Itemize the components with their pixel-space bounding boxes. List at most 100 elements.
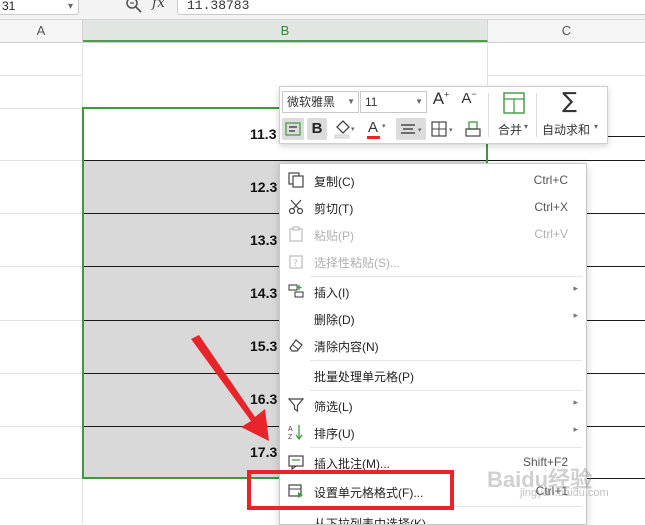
- font-name-select[interactable]: 微软雅黑 ▼: [282, 91, 359, 113]
- wrap-text-icon: [285, 122, 301, 136]
- chevron-down-icon: ▼: [415, 97, 423, 106]
- menu-item-paste[interactable]: 粘贴(P) Ctrl+V: [280, 221, 586, 248]
- svg-text:Z: Z: [288, 434, 293, 440]
- fx-icon[interactable]: fx: [152, 0, 165, 11]
- menu-item-shortcut: Ctrl+V: [534, 227, 568, 241]
- grid-line: [0, 373, 82, 374]
- submenu-arrow-icon: ▸: [573, 425, 578, 435]
- grid-line: [0, 478, 82, 479]
- watermark-url: jingyan.baidu.com: [520, 487, 609, 499]
- menu-item-paste-special[interactable]: ? 选择性粘贴(S)...: [280, 248, 586, 275]
- shrink-font-icon: A: [461, 90, 472, 107]
- chevron-down-icon: ▾: [594, 122, 599, 131]
- paste-icon: [289, 226, 303, 242]
- chevron-down-icon: ▾: [524, 122, 529, 131]
- menu-item-insert[interactable]: 插入(I) ▸: [280, 278, 586, 305]
- sigma-icon: ∑: [562, 89, 577, 114]
- column-header-c[interactable]: C: [488, 20, 645, 42]
- grid-line: [0, 75, 82, 76]
- menu-item-filter[interactable]: 筛选(L) ▸: [280, 392, 586, 419]
- grid-line: [0, 108, 82, 109]
- grid-line: [0, 213, 82, 214]
- font-color-button[interactable]: A ▾: [364, 118, 390, 140]
- submenu-arrow-icon: ▸: [573, 284, 578, 294]
- fill-color-button[interactable]: ▾: [332, 118, 358, 140]
- format-painter-button[interactable]: [462, 118, 484, 140]
- menu-item-label: 从下拉列表中选择(K)...: [314, 517, 436, 525]
- svg-text:A: A: [288, 426, 293, 433]
- font-size-value: 11: [365, 95, 378, 109]
- scissors-icon: [288, 199, 304, 215]
- wrap-text-button[interactable]: [282, 118, 304, 140]
- borders-icon: ▾: [431, 121, 453, 137]
- grid-line: [487, 75, 645, 76]
- menu-item-label: 删除(D): [314, 313, 355, 327]
- paste-special-icon: ?: [289, 255, 303, 269]
- copy-icon: [288, 172, 304, 188]
- toolbar-divider: [488, 93, 489, 137]
- grid-line: [0, 266, 82, 267]
- comment-icon: [288, 455, 304, 470]
- menu-item-clear-contents[interactable]: 清除内容(N): [280, 332, 586, 359]
- svg-text:▾: ▾: [351, 125, 355, 133]
- menu-item-label: 选择性粘贴(S)...: [314, 256, 400, 270]
- grow-font-icon: A: [432, 89, 445, 108]
- font-color-swatch: [367, 136, 380, 139]
- svg-text:▾: ▾: [449, 126, 453, 134]
- menu-item-cut[interactable]: 剪切(T) Ctrl+X: [280, 194, 586, 221]
- highlight-box: [247, 470, 454, 510]
- menu-separator: [310, 447, 582, 448]
- grid-line: [0, 320, 82, 321]
- menu-item-label: 粘贴(P): [314, 229, 354, 243]
- merge-button[interactable]: 合并 ▾: [496, 91, 532, 139]
- menu-separator: [310, 276, 582, 277]
- menu-item-label: 插入(I): [314, 286, 350, 300]
- menu-separator: [310, 390, 582, 391]
- align-center-icon: ▾: [401, 124, 422, 134]
- merge-cells-icon: [503, 92, 525, 114]
- chevron-down-icon: ▾: [382, 122, 386, 130]
- eraser-icon: [289, 339, 303, 352]
- shrink-font-button[interactable]: A−: [458, 89, 480, 113]
- sort-icon: AZ: [288, 425, 303, 440]
- zoom-function-icon[interactable]: [124, 0, 144, 14]
- align-button[interactable]: ▾: [396, 118, 426, 140]
- chevron-down-icon: ▼: [347, 97, 355, 106]
- menu-item-label: 排序(U): [314, 427, 355, 441]
- column-header-a[interactable]: A: [0, 20, 83, 42]
- grid-line: [0, 426, 82, 427]
- borders-button[interactable]: ▾: [428, 118, 458, 140]
- menu-separator: [310, 360, 582, 361]
- autosum-button[interactable]: ∑ 自动求和 ▾: [540, 89, 602, 139]
- grow-font-button[interactable]: A+: [430, 89, 452, 113]
- menu-item-shortcut: Ctrl+X: [534, 200, 568, 214]
- submenu-arrow-icon: ▸: [573, 398, 578, 408]
- format-painter-icon: [465, 121, 481, 137]
- font-name-value: 微软雅黑: [287, 95, 336, 109]
- menu-item-label: 筛选(L): [314, 400, 353, 414]
- menu-item-sort[interactable]: AZ 排序(U) ▸: [280, 419, 586, 446]
- menu-item-copy[interactable]: 复制(C) Ctrl+C: [280, 167, 586, 194]
- submenu-arrow-icon: ▸: [573, 311, 578, 321]
- font-size-select[interactable]: 11 ▼: [360, 91, 427, 113]
- column-headers: A B C: [0, 20, 645, 43]
- menu-item-label: 复制(C): [314, 175, 355, 189]
- grid-line: [0, 160, 82, 161]
- toolbar-divider: [536, 93, 537, 137]
- menu-item-batch-process[interactable]: 批量处理单元格(P): [280, 362, 586, 389]
- menu-item-label: 剪切(T): [314, 202, 354, 216]
- filter-icon: [288, 398, 304, 413]
- mini-toolbar: 微软雅黑 ▼ 11 ▼ A+ A− B ▾ A ▾ ▾ ▾ 合并 ▾ ∑ 自动求…: [279, 86, 608, 144]
- font-color-icon: A: [368, 119, 379, 136]
- menu-item-label: 清除内容(N): [314, 340, 379, 354]
- formula-input[interactable]: 11.38783: [177, 0, 645, 15]
- column-header-b[interactable]: B: [83, 20, 488, 42]
- bold-button[interactable]: B: [307, 118, 327, 140]
- menu-item-label: 批量处理单元格(P): [314, 370, 414, 384]
- insert-icon: [288, 284, 304, 298]
- svg-text:▾: ▾: [418, 126, 422, 134]
- name-box-dropdown-icon[interactable]: ▾: [68, 1, 73, 12]
- annotation-arrow-icon: [191, 335, 269, 441]
- menu-item-delete[interactable]: 删除(D) ▸: [280, 305, 586, 332]
- fill-color-icon: ▾: [334, 120, 355, 139]
